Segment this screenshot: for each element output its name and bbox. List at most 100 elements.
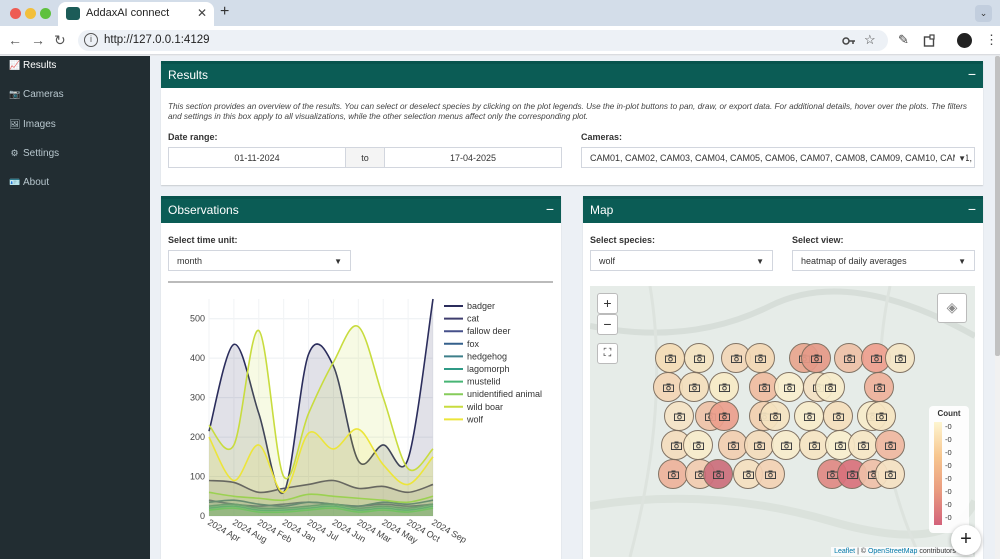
date-from-input[interactable]: 01-11-2024 (168, 147, 346, 168)
camera-icon (728, 441, 739, 450)
camera-icon (835, 441, 846, 450)
camera-marker[interactable] (834, 343, 864, 373)
key-icon[interactable] (842, 36, 856, 46)
page-scrollbar[interactable] (995, 56, 1000, 559)
y-tick-label: 500 (190, 314, 205, 324)
camera-marker[interactable] (771, 430, 801, 460)
view-select[interactable]: heatmap of daily averages ▼ (792, 250, 975, 271)
layers-icon[interactable]: ◈ (937, 293, 967, 323)
floating-add-button[interactable]: + (951, 525, 981, 555)
camera-marker[interactable] (760, 401, 790, 431)
camera-marker[interactable] (866, 401, 896, 431)
sidebar-item-settings[interactable]: ⚙ Settings (9, 145, 59, 161)
browser-tab[interactable]: AddaxAI connect ✕ (58, 2, 214, 26)
cameras-select[interactable]: CAM01, CAM02, CAM03, CAM04, CAM05, CAM06… (581, 147, 975, 168)
map-canvas[interactable]: + − ⛶ ◈ Count -0 -0 -0 -0 -0 -0 -0 -0 Leaflet |… (590, 286, 975, 557)
camera-marker[interactable] (848, 430, 878, 460)
legend-tick: -0 (945, 487, 952, 496)
legend-item: mustelid (467, 377, 501, 387)
tab-search-chevron-icon[interactable]: ⌄ (975, 5, 992, 22)
bookmark-star-icon[interactable]: ☆ (864, 32, 876, 48)
extensions-puzzle-icon[interactable] (923, 34, 936, 47)
sidebar-item-label: Cameras (23, 89, 64, 100)
legend-item: badger (467, 301, 495, 311)
legend-tick: -0 (945, 448, 952, 457)
gear-icon: ⚙ (10, 148, 19, 158)
sidebar-item-images[interactable]: 🖼 Images (9, 116, 56, 132)
chevron-down-icon: ▼ (334, 257, 342, 266)
date-to-input[interactable]: 17-04-2025 (384, 147, 562, 168)
camera-marker[interactable] (684, 343, 714, 373)
scrollbar-thumb[interactable] (995, 56, 1000, 356)
results-collapse-button[interactable]: − (968, 66, 976, 82)
camera-icon (689, 383, 700, 392)
camera-marker[interactable] (823, 401, 853, 431)
fullscreen-button[interactable]: ⛶ (597, 343, 618, 364)
sidebar-item-results[interactable]: 📈 Results (9, 57, 56, 73)
pen-icon[interactable]: ✎ (898, 32, 909, 48)
sidebar-item-cameras[interactable]: 📷 Cameras (9, 86, 64, 102)
species-select[interactable]: wolf ▼ (590, 250, 773, 271)
observations-chart[interactable]: 01002003004005002024 Apr2024 Aug2024 Feb… (161, 289, 561, 559)
camera-marker[interactable] (885, 343, 915, 373)
time-unit-select-value: month (177, 256, 203, 266)
camera-icon (765, 470, 776, 479)
camera-marker[interactable] (745, 343, 775, 373)
observations-collapse-button[interactable]: − (546, 201, 554, 217)
camera-marker[interactable] (801, 343, 831, 373)
window-close-button[interactable] (10, 8, 21, 19)
species-select-value: wolf (599, 256, 616, 266)
camera-icon (847, 470, 858, 479)
species-label: Select species: (590, 235, 656, 245)
camera-marker[interactable] (774, 372, 804, 402)
cameras-label: Cameras: (581, 132, 623, 142)
camera-marker[interactable] (794, 401, 824, 431)
osm-link[interactable]: OpenStreetMap (868, 548, 917, 555)
camera-marker[interactable] (864, 372, 894, 402)
tab-close-icon[interactable]: ✕ (197, 6, 207, 20)
browser-menu-icon[interactable]: ⋮ (985, 32, 998, 48)
camera-icon (731, 354, 742, 363)
camera-marker[interactable] (875, 459, 905, 489)
legend-color-ramp (934, 422, 942, 525)
new-tab-plus-icon[interactable]: + (220, 3, 229, 21)
zoom-in-button[interactable]: + (597, 293, 618, 314)
camera-marker[interactable] (744, 430, 774, 460)
reload-icon[interactable]: ↻ (54, 32, 66, 49)
address-bar[interactable]: i http://127.0.0.1:4129 (78, 30, 888, 51)
profile-avatar-icon[interactable] (957, 33, 972, 48)
time-unit-select[interactable]: month ▼ (168, 250, 351, 271)
sidebar-item-about[interactable]: 🪪 About (9, 174, 49, 190)
site-info-icon[interactable]: i (84, 33, 98, 47)
zoom-out-button[interactable]: − (597, 314, 618, 335)
camera-icon (759, 383, 770, 392)
camera-marker[interactable] (679, 372, 709, 402)
y-tick-label: 300 (190, 393, 205, 403)
forward-arrow-icon[interactable]: → (31, 32, 45, 48)
legend-item: lagomorph (467, 364, 510, 374)
back-arrow-icon[interactable]: ← (8, 32, 22, 48)
camera-marker[interactable] (755, 459, 785, 489)
camera-icon (719, 412, 730, 421)
window-minimize-button[interactable] (25, 8, 36, 19)
camera-marker[interactable] (703, 459, 733, 489)
camera-marker[interactable] (709, 372, 739, 402)
legend-tick: -0 (945, 422, 952, 431)
browser-nav-bar: ← → ↻ i http://127.0.0.1:4129 ☆ ✎ ⋮ (0, 26, 1000, 55)
camera-marker[interactable] (658, 459, 688, 489)
cameras-select-value: CAM01, CAM02, CAM03, CAM04, CAM05, CAM06… (590, 153, 975, 163)
legend-item: unidentified animal (467, 389, 542, 399)
camera-icon (781, 441, 792, 450)
leaflet-link[interactable]: Leaflet (834, 548, 855, 555)
window-maximize-button[interactable] (40, 8, 51, 19)
map-collapse-button[interactable]: − (968, 201, 976, 217)
camera-marker[interactable] (875, 430, 905, 460)
camera-marker[interactable] (664, 401, 694, 431)
map-legend: Count -0 -0 -0 -0 -0 -0 -0 -0 (929, 406, 969, 533)
camera-icon (809, 441, 820, 450)
camera-marker[interactable] (683, 430, 713, 460)
camera-marker[interactable] (815, 372, 845, 402)
camera-marker[interactable] (709, 401, 739, 431)
camera-marker[interactable] (655, 343, 685, 373)
legend-tick: -0 (945, 500, 952, 509)
